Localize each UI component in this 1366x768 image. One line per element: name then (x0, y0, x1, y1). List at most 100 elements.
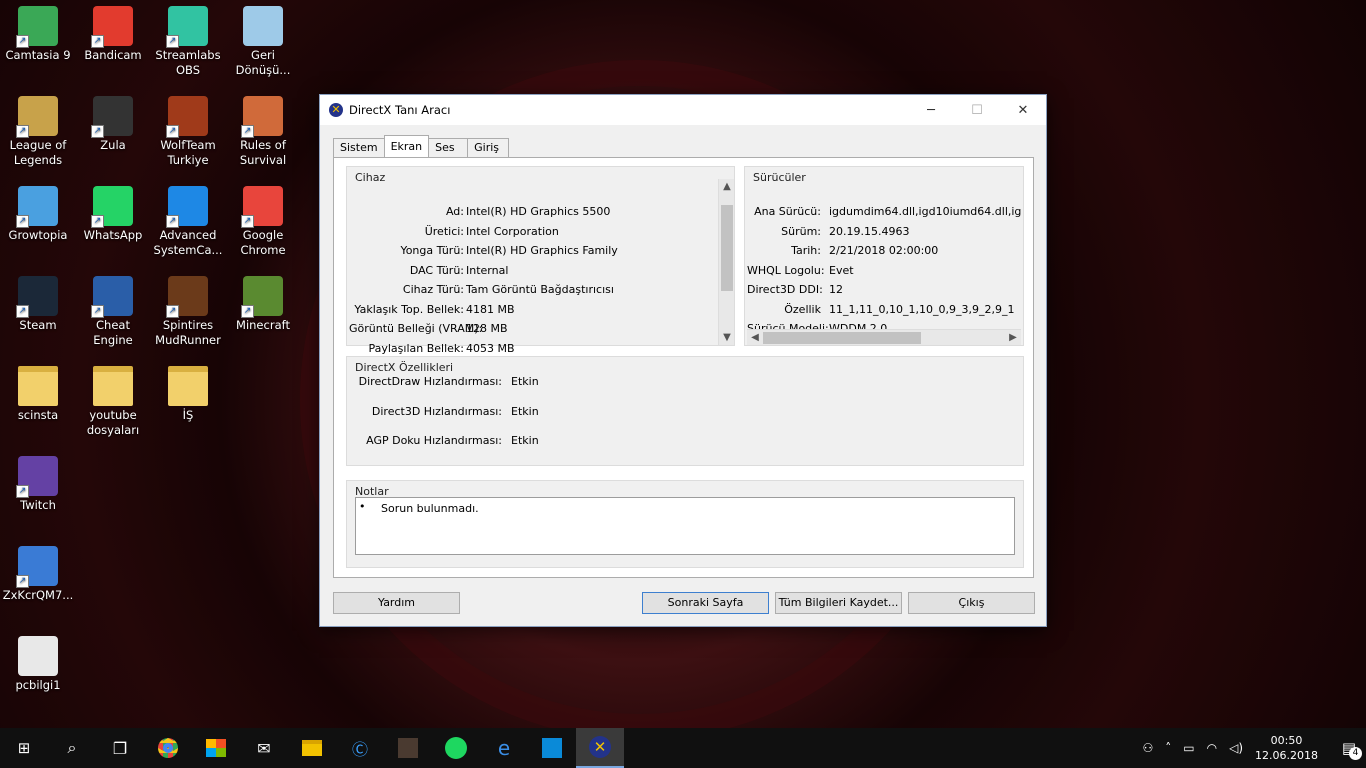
desktop-icon-whatsapp[interactable]: ↗ WhatsApp (75, 186, 151, 243)
drivers-value: 11_1,11_0,10_1,10_0,9_3,9_2,9_1 (829, 302, 1015, 316)
desktop-icon-label: Advanced SystemCa... (153, 228, 223, 257)
desktop-icon-label: League of Legends (9, 138, 67, 167)
desktop-icon-chrome[interactable]: ↗ Google Chrome (225, 186, 301, 258)
cheat-engine-icon: ↗ (91, 276, 133, 318)
file-explorer-icon[interactable] (288, 728, 336, 768)
desktop-icon-minecraft[interactable]: ↗ Minecraft (225, 276, 301, 333)
desktop-icon-label: pcbilgi1 (15, 678, 61, 692)
desktop-icon-cheat-engine[interactable]: ↗ Cheat Engine (75, 276, 151, 348)
start-icon[interactable]: ⊞ (0, 728, 48, 768)
desktop-icon-folder[interactable]: İŞ (150, 366, 226, 423)
scroll-thumb[interactable] (721, 205, 733, 291)
directx-diagnostic-window: ✕ DirectX Tanı Aracı ─ ☐ ✕ Sistem Ekran … (319, 94, 1047, 627)
device-value: Tam Görüntü Bağdaştırıcısı (466, 283, 614, 296)
exit-button[interactable]: Çıkış (908, 592, 1035, 614)
device-label: Ad: (445, 205, 464, 218)
device-label: Üretici: (424, 224, 464, 238)
drivers-label: Özellik (784, 302, 821, 316)
system-tray: ⚇ ˄ ▭ ◠ ◁) 00:50 12.06.2018 ▤ 4 (1137, 728, 1366, 768)
desktop-icon-zula[interactable]: ↗ Zula (75, 96, 151, 153)
installer-icon: ↗ (16, 546, 58, 588)
desktop-icon-document[interactable]: pcbilgi1 (0, 636, 76, 693)
tab-bar: Sistem Ekran Ses Giriş (333, 135, 510, 157)
directx-icon: ✕ (329, 103, 343, 117)
drivers-label: Tarih: (791, 244, 821, 257)
next-page-button[interactable]: Sonraki Sayfa (642, 592, 769, 614)
shortcut-arrow-icon: ↗ (241, 125, 254, 138)
minimize-button[interactable]: ─ (908, 95, 954, 125)
directx-features-group: DirectX Özellikleri DirectDraw Hızlandır… (346, 356, 1024, 466)
whatsapp-icon: ↗ (91, 186, 133, 228)
desktop-icon-rules-of-survival[interactable]: ↗ Rules of Survival (225, 96, 301, 168)
shortcut-arrow-icon: ↗ (166, 125, 179, 138)
search-icon[interactable]: ⌕ (48, 728, 96, 768)
desktop-icon-twitch[interactable]: ↗ Twitch (0, 456, 76, 513)
clock[interactable]: 00:50 12.06.2018 (1255, 733, 1318, 763)
desktop-icon-camtasia[interactable]: ↗ Camtasia 9 (0, 6, 76, 63)
task-view-icon[interactable]: ❐ (96, 728, 144, 768)
drivers-label: Sürüm: (781, 224, 821, 238)
folder-icon (18, 366, 58, 406)
desktop-icon-label: Rules of Survival (239, 138, 287, 167)
scroll-left-icon[interactable]: ◀ (747, 332, 763, 343)
drivers-hscrollbar[interactable]: ◀ ▶ (747, 329, 1021, 345)
notes-item: Sorun bulunmadı. (381, 502, 479, 515)
battery-icon[interactable]: ▭ (1183, 741, 1194, 755)
maximize-button[interactable]: ☐ (954, 95, 1000, 125)
shortcut-arrow-icon: ↗ (91, 125, 104, 138)
close-button[interactable]: ✕ (1000, 95, 1046, 125)
device-scrollbar[interactable]: ▲ ▼ (718, 179, 734, 345)
advanced-systemcare-taskbar-icon[interactable]: Ⓒ (336, 728, 384, 768)
volume-icon[interactable]: ◁) (1229, 741, 1243, 755)
taskbar: ⊞ ⌕ ❐ ✉ Ⓒ e ✕ ⚇ ˄ ▭ ◠ ◁) 00:50 12.06.201… (0, 728, 1366, 768)
hscroll-thumb[interactable] (763, 332, 921, 344)
chevron-up-icon[interactable]: ˄ (1165, 741, 1171, 755)
drivers-value: igdumdim64.dll,igd10iumd64.dll,igd10iu (829, 205, 1021, 218)
edge-icon[interactable]: e (480, 728, 528, 768)
desktop-icon-recycle-bin[interactable]: Geri Dönüşü... (225, 6, 301, 78)
tab-ses[interactable]: Ses (428, 138, 469, 157)
desktop-icon-streamlabs[interactable]: ↗ Streamlabs OBS (150, 6, 226, 78)
scroll-down-icon[interactable]: ▼ (719, 332, 735, 343)
device-value: Intel Corporation (466, 224, 559, 238)
spotify-icon[interactable] (432, 728, 480, 768)
game-icon[interactable] (384, 728, 432, 768)
notification-center-icon[interactable]: ▤ 4 (1332, 728, 1366, 768)
shortcut-arrow-icon: ↗ (241, 215, 254, 228)
scroll-right-icon[interactable]: ▶ (1005, 332, 1021, 343)
desktop-icon-league[interactable]: ↗ League of Legends (0, 96, 76, 168)
tab-ekran[interactable]: Ekran (383, 135, 430, 157)
clock-time: 00:50 (1270, 734, 1303, 747)
desktop-icon-label: Growtopia (8, 228, 68, 242)
tab-sistem[interactable]: Sistem (333, 138, 385, 157)
shortcut-arrow-icon: ↗ (91, 215, 104, 228)
desktop-icon-spintires[interactable]: ↗ Spintires MudRunner (150, 276, 226, 348)
device-label: DAC Türü: (409, 263, 464, 277)
desktop-icon-wolfteam[interactable]: ↗ WolfTeam Turkiye (150, 96, 226, 168)
desktop-icon-advanced-systemcare[interactable]: ↗ Advanced SystemCa... (150, 186, 226, 258)
shortcut-arrow-icon: ↗ (91, 305, 104, 318)
shortcut-arrow-icon: ↗ (166, 305, 179, 318)
desktop-icon-folder[interactable]: scinsta (0, 366, 76, 423)
scroll-up-icon[interactable]: ▲ (719, 181, 735, 192)
people-icon[interactable]: ⚇ (1143, 741, 1154, 755)
chrome-taskbar-icon[interactable] (144, 728, 192, 768)
device-value: Intel(R) HD Graphics Family (466, 244, 618, 257)
notes-textbox[interactable]: • Sorun bulunmadı. (355, 497, 1015, 555)
desktop-icon-installer[interactable]: ↗ ZxKcrQM7... (0, 546, 76, 603)
device-group: Cihaz Ad: Intel(R) HD Graphics 5500 Üretic… (346, 166, 735, 355)
drivers-value: WDDM 2.0 (829, 322, 888, 329)
store-icon[interactable] (192, 728, 240, 768)
drivers-value: 12 (829, 283, 843, 296)
desktop-icon-folder[interactable]: youtube dosyaları (75, 366, 151, 438)
mail-icon[interactable]: ✉ (240, 728, 288, 768)
desktop-icon-steam[interactable]: ↗ Steam (0, 276, 76, 333)
wifi-icon[interactable]: ◠ (1207, 741, 1217, 755)
camera-app-icon[interactable] (528, 728, 576, 768)
desktop-icon-bandicam[interactable]: ↗ Bandicam (75, 6, 151, 63)
help-button[interactable]: Yardım (333, 592, 460, 614)
desktop-icon-growtopia[interactable]: ↗ Growtopia (0, 186, 76, 243)
save-all-button[interactable]: Tüm Bilgileri Kaydet... (775, 592, 902, 614)
tab-giris[interactable]: Giriş (467, 138, 510, 157)
directx-taskbar-icon[interactable]: ✕ (576, 728, 624, 768)
